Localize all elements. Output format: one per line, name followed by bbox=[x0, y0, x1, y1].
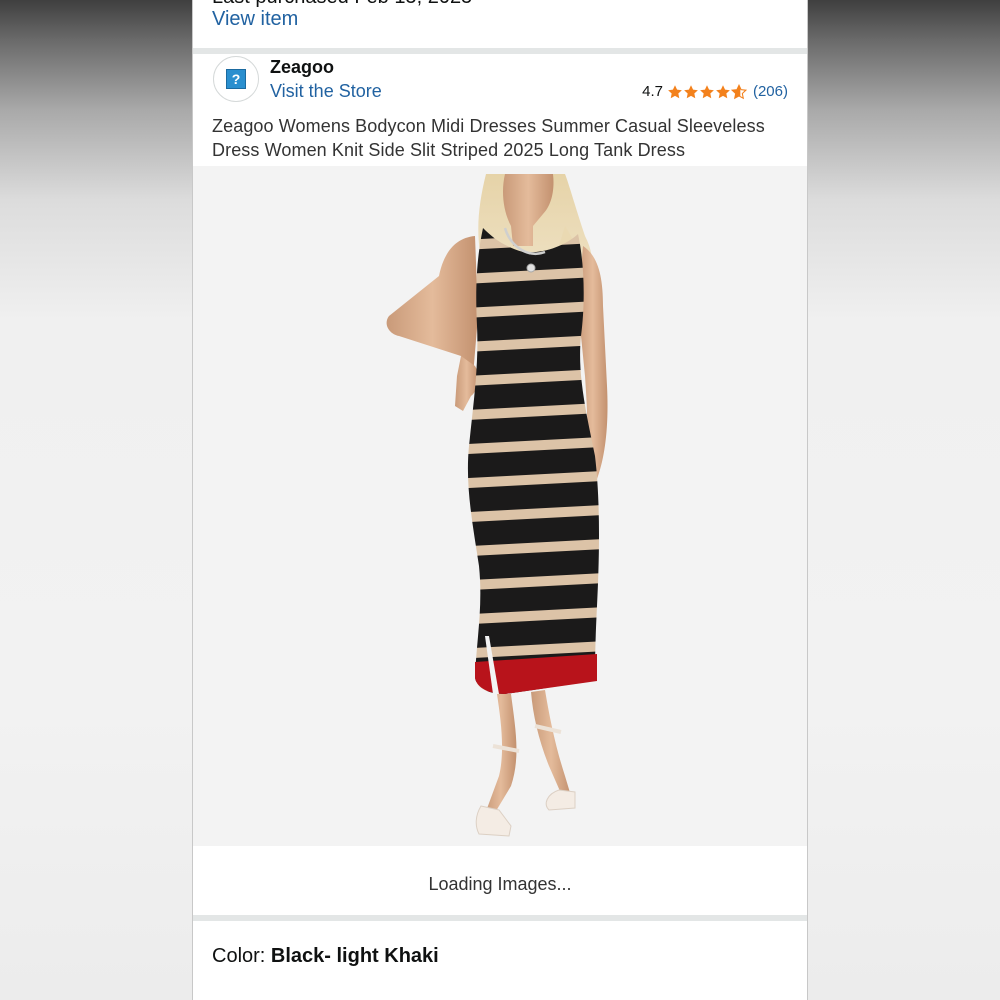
star-full-icon bbox=[700, 84, 714, 98]
store-logo[interactable]: ? bbox=[213, 56, 259, 102]
view-item-link[interactable]: View item bbox=[212, 8, 298, 31]
order-summary: Last purchased Feb 15, 2025 View item bbox=[193, 0, 807, 48]
store-rating[interactable]: 4.7 (206) bbox=[642, 83, 788, 100]
rating-value: 4.7 bbox=[642, 83, 663, 100]
color-label-row: Color: Black- light Khaki bbox=[212, 945, 439, 968]
visit-store-link[interactable]: Visit the Store bbox=[270, 81, 382, 102]
star-full-icon bbox=[716, 84, 730, 98]
product-image[interactable] bbox=[193, 166, 807, 846]
rating-stars bbox=[667, 83, 747, 100]
star-half-icon bbox=[730, 83, 747, 99]
color-selector[interactable]: Color: Black- light Khaki bbox=[193, 921, 807, 1000]
star-full-icon bbox=[684, 84, 698, 98]
product-title: Zeagoo Womens Bodycon Midi Dresses Summe… bbox=[212, 116, 765, 160]
store-name: Zeagoo bbox=[270, 57, 335, 77]
color-label: Color: bbox=[212, 945, 271, 967]
image-loading-section: Loading Images... bbox=[193, 846, 807, 915]
question-mark-icon: ? bbox=[226, 69, 246, 89]
app-screen: Last purchased Feb 15, 2025 View item ? … bbox=[193, 0, 807, 1000]
product-photo bbox=[386, 174, 608, 837]
store-section: ? Zeagoo Visit the Store 4.7 (206) Zeago… bbox=[193, 54, 807, 166]
star-full-icon bbox=[668, 84, 682, 98]
loading-images-text: Loading Images... bbox=[428, 874, 572, 894]
rating-count-link[interactable]: (206) bbox=[753, 83, 788, 100]
color-value: Black- light Khaki bbox=[270, 945, 439, 967]
